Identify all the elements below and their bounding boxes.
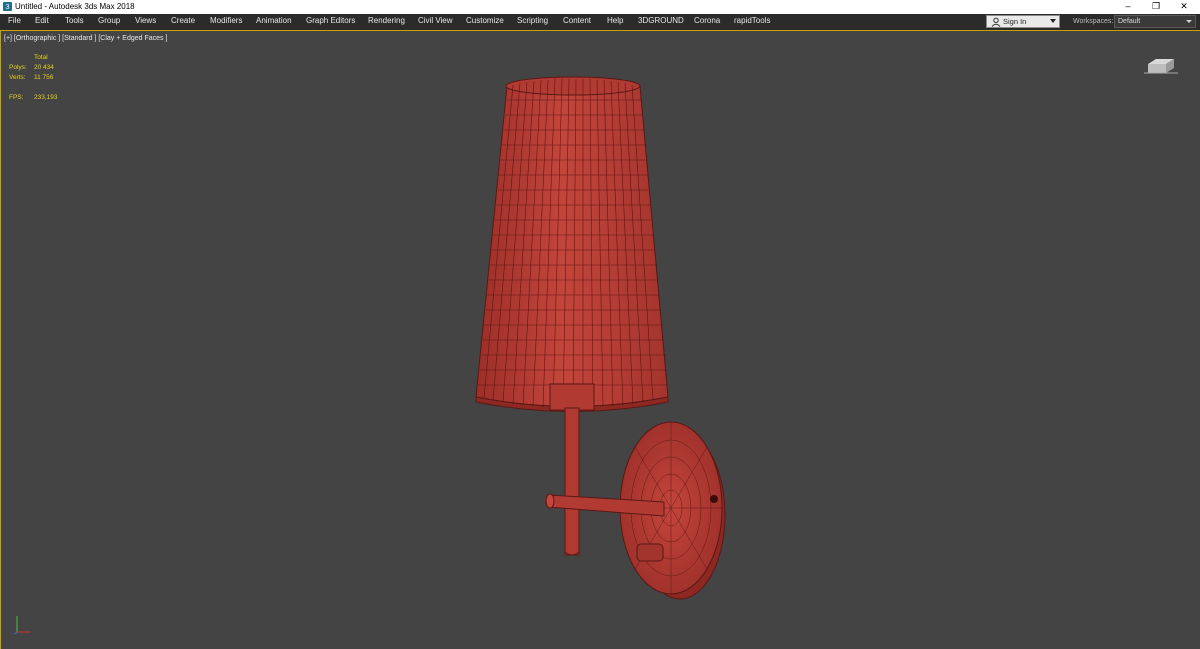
mounting-screw xyxy=(710,495,718,503)
mounting-stub xyxy=(636,543,664,562)
wall-lamp-model[interactable] xyxy=(0,0,1200,649)
lamp-socket[interactable] xyxy=(549,383,595,411)
lamp-stem[interactable] xyxy=(564,407,580,556)
axis-tripod-icon xyxy=(13,616,31,635)
lampshade[interactable] xyxy=(475,78,669,407)
arm-end-cap xyxy=(545,493,555,509)
